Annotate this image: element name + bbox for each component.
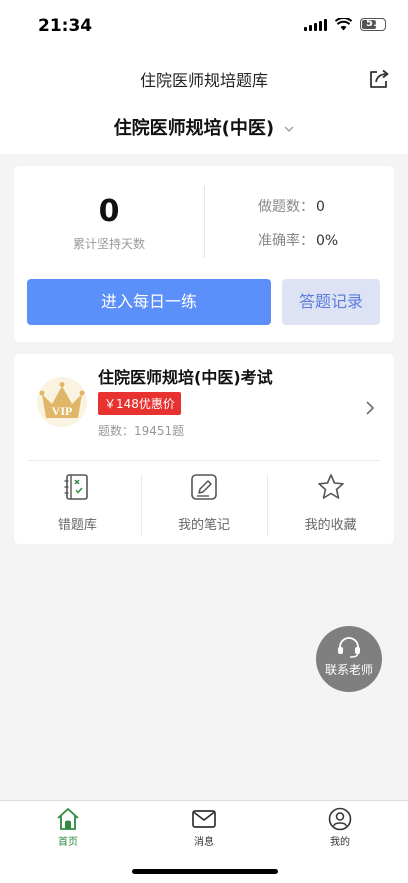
- nav-bar: 住院医师规培题库: [0, 56, 408, 100]
- battery-icon: 51: [360, 18, 386, 31]
- tab-label: 消息: [194, 837, 214, 848]
- tool-my-favorites[interactable]: 我的收藏: [267, 470, 394, 536]
- tab-label: 首页: [58, 837, 78, 848]
- accuracy-label: 准确率：: [258, 233, 314, 249]
- tools-row: 错题库 我的笔记 我的收藏: [14, 470, 394, 536]
- subject-title: 住院医师规培(中医): [113, 118, 275, 139]
- page-title: 住院医师规培题库: [139, 71, 268, 90]
- status-time: 21:34: [38, 16, 93, 36]
- tool-label: 我的收藏: [304, 518, 357, 533]
- question-count: 题数：19451题: [98, 424, 185, 438]
- stats-card: 0 累计坚持天数 做题数： 0 准确率： 0% 进入每日一练 答题记录: [14, 166, 394, 342]
- questions-done-value: 0: [316, 199, 325, 215]
- tool-label: 我的笔记: [178, 518, 231, 533]
- wifi-icon: [335, 18, 352, 31]
- tool-label: 错题库: [57, 518, 97, 533]
- contact-label: 联系老师: [324, 663, 373, 677]
- tool-my-notes[interactable]: 我的笔记: [140, 470, 268, 536]
- home-icon: [57, 808, 79, 830]
- subject-selector[interactable]: 住院医师规培(中医): [0, 100, 408, 154]
- tab-home[interactable]: 首页: [0, 801, 136, 883]
- home-indicator: [132, 869, 278, 874]
- practice-stats: 做题数： 0 准确率： 0%: [258, 196, 338, 264]
- headset-icon: [338, 637, 360, 658]
- exam-title[interactable]: 住院医师规培(中医)考试: [98, 364, 273, 388]
- star-icon: [317, 474, 344, 499]
- vip-text: VIP: [52, 404, 73, 418]
- wrong-questions-icon: [64, 474, 89, 500]
- streak-stat: 0 累计坚持天数: [14, 194, 204, 252]
- accuracy-value: 0%: [316, 233, 339, 249]
- questions-done-label: 做题数：: [258, 199, 314, 215]
- mail-icon: [192, 810, 216, 828]
- vip-crown-icon: VIP: [37, 377, 87, 427]
- daily-practice-button[interactable]: 进入每日一练: [27, 279, 271, 325]
- chevron-down-icon: [284, 126, 294, 132]
- status-bar: 21:34 51: [0, 0, 408, 56]
- chevron-right-icon[interactable]: [364, 400, 376, 416]
- profile-icon: [328, 807, 352, 831]
- price-badge: ￥148优惠价: [98, 392, 181, 415]
- answer-record-button[interactable]: 答题记录: [282, 279, 380, 325]
- card-divider: [28, 460, 380, 461]
- contact-teacher-button[interactable]: 联系老师: [316, 626, 382, 692]
- stat-divider: [204, 186, 205, 258]
- streak-value: 0: [98, 194, 120, 229]
- share-icon[interactable]: [368, 68, 390, 90]
- signal-icon: [304, 18, 327, 31]
- exam-card: VIP 住院医师规培(中医)考试 ￥148优惠价 题数：19451题 错题库 我…: [14, 354, 394, 544]
- notes-icon: [191, 474, 217, 500]
- tab-label: 我的: [330, 837, 350, 848]
- tool-wrong-questions[interactable]: 错题库: [14, 470, 141, 536]
- tab-mine[interactable]: 我的: [272, 801, 408, 883]
- battery-level: 51: [366, 18, 380, 29]
- streak-label: 累计坚持天数: [72, 237, 145, 251]
- status-indicators: 51: [304, 18, 386, 31]
